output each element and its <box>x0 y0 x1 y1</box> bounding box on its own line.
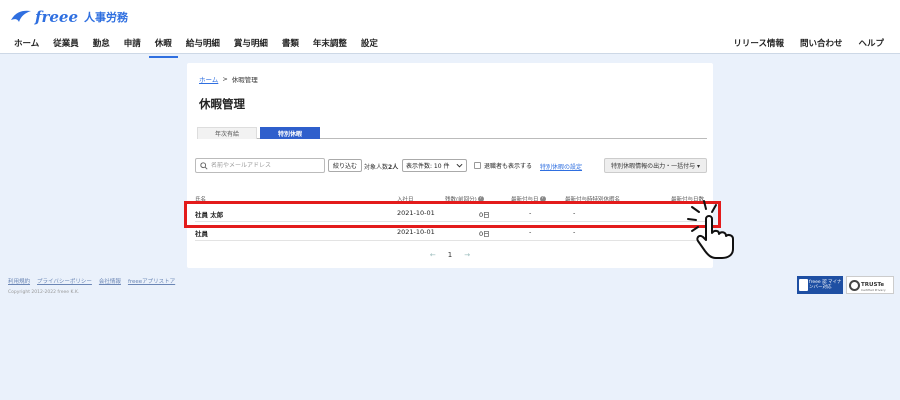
truste-sublabel: Certified Privacy <box>861 288 886 292</box>
tab-annual-leave[interactable]: 年次有給 <box>197 127 257 139</box>
leave-type-tabs: 年次有給 特別休暇 <box>197 127 707 139</box>
nav-settings[interactable]: 設定 <box>355 33 384 58</box>
copyright: Copyright 2012-2022 freee K.K. <box>8 290 80 295</box>
footer-terms-link[interactable]: 利用規約 <box>8 277 30 285</box>
freee-logo[interactable]: freee 人事労務 <box>10 8 128 26</box>
nav-home[interactable]: ホーム <box>8 33 45 58</box>
logo-text: freee <box>35 8 78 26</box>
mynumber-badge[interactable]: freee 認 マイナンバー対応 <box>797 276 843 294</box>
last-grant-date: - <box>529 228 532 236</box>
mynumber-badge-text: freee 認 マイナンバー対応 <box>809 280 842 290</box>
tab-special-leave[interactable]: 特別休暇 <box>260 127 320 139</box>
target-count: 対象人数2人 <box>364 162 398 171</box>
seal-icon <box>799 279 808 291</box>
current-page[interactable]: 1 <box>448 251 452 259</box>
pagination: ← 1 → <box>187 251 713 259</box>
breadcrumb-separator: > <box>222 75 228 83</box>
show-retired-checkbox[interactable] <box>474 162 481 169</box>
filter-button[interactable]: 絞り込む <box>328 159 363 172</box>
footer-links: 利用規約 プライバシーポリシー 会社情報 freeeアプリストア <box>8 277 182 285</box>
breadcrumb-current: 休暇管理 <box>231 76 258 84</box>
app-header: freee 人事労務 ホーム 従業員 勤怠 申請 休暇 給与明細 賞与明細 書類… <box>0 0 900 58</box>
nav-documents[interactable]: 書類 <box>276 33 305 58</box>
search-icon <box>200 161 208 170</box>
per-page-select[interactable]: 表示件数: 10 件 <box>402 159 467 172</box>
page-title: 休暇管理 <box>199 97 245 111</box>
show-retired-toggle[interactable]: 退職者も表示する <box>474 161 532 170</box>
show-retired-label: 退職者も表示する <box>484 163 533 170</box>
per-page-value: 表示件数: 10 件 <box>406 163 450 170</box>
breadcrumb: ホーム > 休暇管理 <box>199 74 258 84</box>
target-count-label: 対象人数 <box>364 164 389 171</box>
nav-payslips[interactable]: 給与明細 <box>180 33 226 58</box>
next-page-icon[interactable]: → <box>464 251 470 259</box>
utility-nav: リリース情報 問い合わせ ヘルプ <box>723 33 890 56</box>
bird-logo-icon <box>11 10 31 22</box>
nav-requests[interactable]: 申請 <box>118 33 147 58</box>
export-grant-button[interactable]: 特別休暇情報の出力・一括付与 ▾ <box>604 158 707 173</box>
nav-leave[interactable]: 休暇 <box>148 33 178 58</box>
row-highlight <box>184 201 721 228</box>
footer-company-link[interactable]: 会社情報 <box>99 277 121 285</box>
special-leave-settings-link[interactable]: 特別休暇の設定 <box>540 162 582 171</box>
target-count-value: 2人 <box>388 164 399 171</box>
leave-management-card: ホーム > 休暇管理 休暇管理 年次有給 特別休暇 絞り込む 対象人数2人 表示… <box>187 63 713 268</box>
search-input[interactable] <box>211 162 321 169</box>
main-nav: ホーム 従業員 勤怠 申請 休暇 給与明細 賞与明細 書類 年末調整 設定 <box>8 33 386 58</box>
grant-reason: - <box>573 228 576 236</box>
nav-contact[interactable]: 問い合わせ <box>794 33 849 56</box>
click-hand-cursor-icon <box>687 200 734 259</box>
nav-attendance[interactable]: 勤怠 <box>87 33 116 58</box>
product-name: 人事労務 <box>84 11 128 24</box>
footer-privacy-link[interactable]: プライバシーポリシー <box>37 277 92 285</box>
truste-badge[interactable]: TRUSTe Certified Privacy <box>846 276 894 294</box>
prev-page-icon[interactable]: ← <box>430 251 436 259</box>
remaining-days: 0日 <box>479 230 490 238</box>
breadcrumb-home-link[interactable]: ホーム <box>199 74 218 84</box>
employee-name[interactable]: 社員 <box>195 228 208 238</box>
join-date: 2021-10-01 <box>397 228 435 236</box>
truste-check-icon <box>849 280 860 291</box>
toolbar: 絞り込む 対象人数2人 表示件数: 10 件 退職者も表示する 特別休暇の設定 … <box>195 158 707 174</box>
footer-appstore-link[interactable]: freeeアプリストア <box>128 277 175 285</box>
nav-bonus-slips[interactable]: 賞与明細 <box>228 33 274 58</box>
search-box[interactable] <box>195 158 325 173</box>
chevron-down-icon <box>456 163 463 168</box>
nav-release-notes[interactable]: リリース情報 <box>727 33 790 56</box>
nav-employees[interactable]: 従業員 <box>47 33 85 58</box>
nav-help[interactable]: ヘルプ <box>852 33 890 56</box>
nav-year-end[interactable]: 年末調整 <box>307 33 353 58</box>
